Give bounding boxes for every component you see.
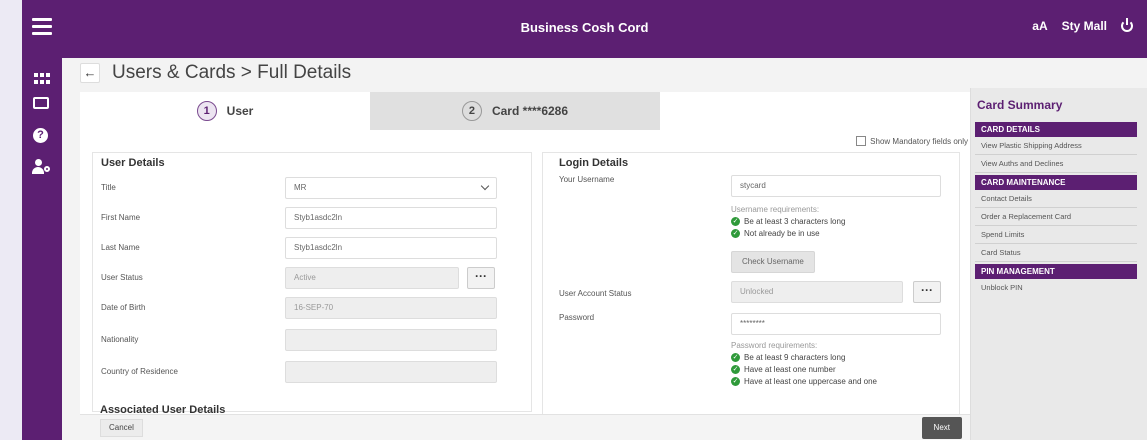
- summary-link-replacement-card[interactable]: Order a Replacement Card: [975, 208, 1137, 226]
- check-username-button[interactable]: Check Username: [731, 251, 815, 273]
- page-title: Users & Cards > Full Details: [112, 62, 352, 83]
- country-field: [285, 361, 497, 383]
- summary-link-auths-declines[interactable]: View Auths and Declines: [975, 155, 1137, 173]
- last-name-label: Last Name: [101, 243, 140, 252]
- card-summary-list: CARD DETAILS View Plastic Shipping Addre…: [975, 120, 1137, 297]
- password-requirement: ✓ Have at least one number: [731, 365, 836, 374]
- summary-link-unblock-pin[interactable]: Unblock PIN: [975, 279, 1137, 297]
- check-circle-icon: ✓: [731, 217, 740, 226]
- summary-link-card-status[interactable]: Card Status: [975, 244, 1137, 262]
- app-frame: Business Cosh Cord aA Sty Mall ? ← Users…: [22, 0, 1147, 440]
- password-requirements-title: Password requirements:: [731, 341, 818, 350]
- power-icon[interactable]: [1121, 18, 1133, 32]
- step-tabs: 1 User 2 Card ****6286: [80, 92, 970, 130]
- user-status-field: Active: [285, 267, 459, 289]
- first-name-field[interactable]: Styb1asdc2ln: [285, 207, 497, 229]
- form-footer: Cancel Next: [80, 414, 970, 440]
- password-requirement: ✓ Have at least one uppercase and one: [731, 377, 877, 386]
- mandatory-checkbox[interactable]: [856, 136, 867, 146]
- dob-field: 16-SEP-70: [285, 297, 497, 319]
- tab-user[interactable]: 1 User: [80, 92, 370, 130]
- page-header: ← Users & Cards > Full Details: [80, 58, 351, 88]
- tab-label: Card ****6286: [491, 104, 569, 118]
- password-field[interactable]: ********: [731, 313, 941, 335]
- card-summary-title: Card Summary: [977, 98, 1063, 112]
- cancel-button[interactable]: Cancel: [100, 419, 143, 437]
- user-details-panel: User Details Title MR First Name Styb1as…: [92, 152, 532, 412]
- last-name-field[interactable]: Styb1asdc2ln: [285, 237, 497, 259]
- summary-link-contact-details[interactable]: Contact Details: [975, 190, 1137, 208]
- account-status-label: User Account Status: [559, 289, 632, 298]
- back-arrow-icon[interactable]: ←: [80, 63, 100, 83]
- tab-spacer: [660, 92, 970, 130]
- username-requirements-title: Username requirements:: [731, 205, 820, 214]
- app-title: Business Cosh Cord: [520, 20, 649, 35]
- tab-label: User: [226, 104, 254, 118]
- next-button[interactable]: Next: [921, 417, 962, 439]
- password-requirement: ✓ Be at least 9 characters long: [731, 353, 846, 362]
- summary-section-card-maintenance: CARD MAINTENANCE: [975, 175, 1137, 190]
- summary-link-spend-limits[interactable]: Spend Limits: [975, 226, 1137, 244]
- user-name[interactable]: Sty Mall: [1062, 19, 1107, 33]
- country-label: Country of Residence: [101, 367, 178, 376]
- nationality-field: [285, 329, 497, 351]
- grid-icon[interactable]: [32, 70, 50, 88]
- login-details-panel: Login Details Your Username stycard User…: [542, 152, 960, 440]
- mandatory-label: Show Mandatory fields only: [870, 136, 968, 146]
- font-size-toggle[interactable]: aA: [1032, 19, 1047, 33]
- username-field[interactable]: stycard: [731, 175, 941, 197]
- user-details-heading: User Details: [101, 157, 165, 169]
- user-settings-icon[interactable]: [32, 158, 50, 176]
- top-bar: Business Cosh Cord aA Sty Mall: [22, 0, 1147, 58]
- card-icon[interactable]: [33, 97, 49, 109]
- account-status-field: Unlocked: [731, 281, 903, 303]
- help-icon[interactable]: ?: [33, 128, 48, 143]
- title-label: Title: [101, 183, 116, 192]
- tab-card[interactable]: 2 Card ****6286: [370, 92, 660, 130]
- check-circle-icon: ✓: [731, 365, 740, 374]
- card-summary-panel: Card Summary CARD DETAILS View Plastic S…: [970, 88, 1147, 440]
- user-status-label: User Status: [101, 273, 143, 282]
- mandatory-toggle[interactable]: Show Mandatory fields only: [856, 136, 968, 146]
- check-circle-icon: ✓: [731, 229, 740, 238]
- chevron-down-icon: [480, 181, 490, 191]
- sidebar: ?: [22, 58, 62, 440]
- main-content: 1 User 2 Card ****6286 Show Mandatory fi…: [80, 92, 970, 440]
- login-details-heading: Login Details: [559, 157, 629, 169]
- summary-link-shipping-address[interactable]: View Plastic Shipping Address: [975, 137, 1137, 155]
- nationality-label: Nationality: [101, 335, 139, 344]
- check-circle-icon: ✓: [731, 377, 740, 386]
- top-bar-actions: aA Sty Mall: [1032, 18, 1133, 33]
- username-requirement: ✓ Not already be in use: [731, 229, 820, 238]
- check-circle-icon: ✓: [731, 353, 740, 362]
- summary-section-card-details: CARD DETAILS: [975, 122, 1137, 137]
- title-value: MR: [294, 183, 307, 192]
- title-select[interactable]: MR: [285, 177, 497, 199]
- first-name-label: First Name: [101, 213, 141, 222]
- summary-section-pin-management: PIN MANAGEMENT: [975, 264, 1137, 279]
- user-status-menu-button[interactable]: ···: [467, 267, 495, 289]
- dob-label: Date of Birth: [101, 303, 146, 312]
- step-number: 1: [196, 101, 217, 121]
- username-requirement: ✓ Be at least 3 characters long: [731, 217, 846, 226]
- username-label: Your Username: [559, 175, 615, 184]
- account-status-menu-button[interactable]: ···: [913, 281, 941, 303]
- step-number: 2: [461, 101, 482, 121]
- password-label: Password: [559, 313, 595, 322]
